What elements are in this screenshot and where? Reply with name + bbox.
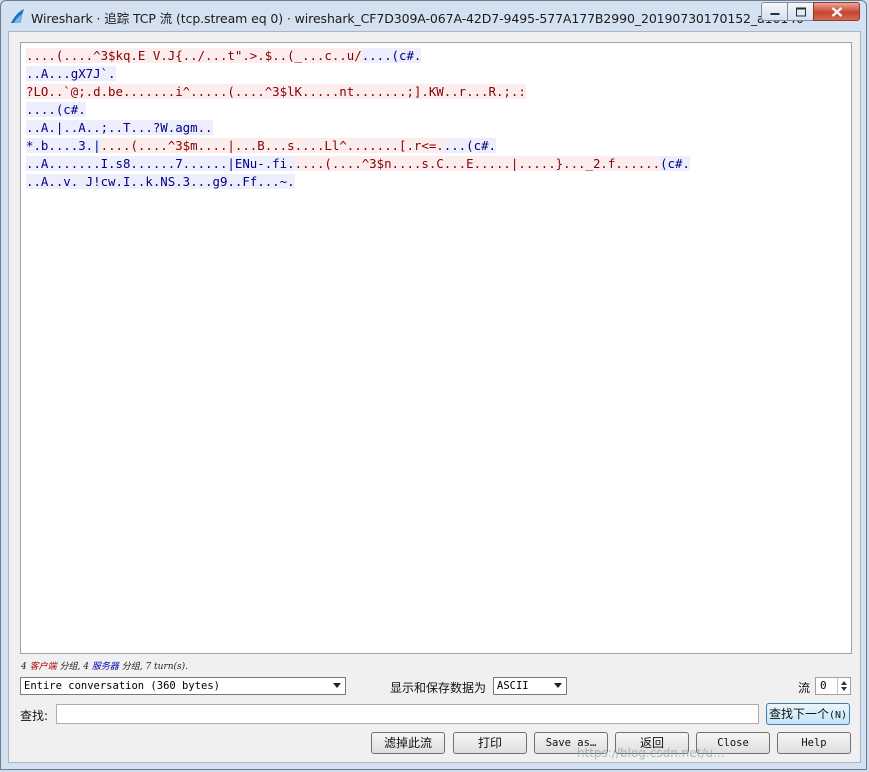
spinner-buttons[interactable] xyxy=(837,678,850,694)
help-button[interactable]: Help xyxy=(777,732,851,754)
stream-summary: 4 客户端 分组, 4 服务器 分组, 7 turn(s). xyxy=(21,659,188,672)
print-button[interactable]: 打印 xyxy=(453,732,527,754)
maximize-icon xyxy=(795,7,806,16)
server-data-segment: ....(c#. xyxy=(26,102,86,117)
chevron-down-icon xyxy=(554,683,562,688)
find-label: 查找: xyxy=(20,709,49,723)
maximize-button[interactable] xyxy=(787,2,814,21)
spin-up-icon[interactable] xyxy=(841,681,847,685)
server-packet-count: 4 xyxy=(83,662,89,672)
close-window-button[interactable] xyxy=(813,2,860,21)
client-data-segment: ....(....^3$n....s.C...E.....|.....}..._… xyxy=(294,156,661,171)
stream-line: *.b....3.|....(....^3$m....|...B...s....… xyxy=(26,137,496,154)
find-input[interactable] xyxy=(56,704,759,724)
client-data-segment: ?LO..`@;.d.be.......i^.....(....^3$lK...… xyxy=(26,84,526,99)
format-select[interactable]: ASCII xyxy=(493,677,567,695)
client-data-segment: ....(....^3$kq.E V.J{../...t".>.$..(_...… xyxy=(26,48,362,63)
stream-number-value: 0 xyxy=(820,679,827,692)
server-data-segment: ..A.|..A..;..T...?W.agm.. xyxy=(26,120,213,135)
minimize-icon xyxy=(770,12,779,15)
turn-count: 7 turn(s). xyxy=(145,662,189,672)
format-select-value: ASCII xyxy=(497,680,529,692)
server-data-segment: (c#. xyxy=(660,156,690,171)
minimize-button[interactable] xyxy=(761,2,788,21)
server-data-segment: *.b....3.| xyxy=(26,138,101,153)
find-next-label: 查找下一个 xyxy=(768,707,829,721)
server-data-segment: ..A...gX7J`. xyxy=(26,66,116,81)
close-icon xyxy=(831,6,842,17)
stream-number-spinner[interactable]: 0 xyxy=(815,677,851,695)
stream-line: ..A.......I.s8......7......|ENu-.fi.....… xyxy=(26,155,690,172)
client-label: 客户端 xyxy=(29,662,57,672)
format-label: 显示和保存数据为 xyxy=(390,681,487,695)
wireshark-fin-icon xyxy=(11,9,24,23)
find-next-accelerator: (N) xyxy=(828,710,848,721)
conversation-select[interactable]: Entire conversation (360 bytes) xyxy=(20,677,346,695)
stream-number-label: 流 xyxy=(798,681,811,695)
dialog-body: ....(....^3$kq.E V.J{../...t".>.$..(_...… xyxy=(8,31,861,763)
client-data-segment: ....(....^3$m....|...B...s....Ll^.......… xyxy=(100,138,444,153)
chevron-down-icon xyxy=(333,683,341,688)
stream-content-view[interactable]: ....(....^3$kq.E V.J{../...t".>.$..(_...… xyxy=(20,42,852,654)
stream-line: ....(....^3$kq.E V.J{../...t".>.$..(_...… xyxy=(26,47,422,64)
stream-line: ?LO..`@;.d.be.......i^.....(....^3$lK...… xyxy=(26,83,526,100)
server-data-segment: ...(c#. xyxy=(443,138,496,153)
spin-down-icon[interactable] xyxy=(841,687,847,691)
title-bar[interactable]: Wireshark · 追踪 TCP 流 (tcp.stream eq 0) ·… xyxy=(1,1,866,31)
stream-line: ..A...gX7J`. xyxy=(26,65,116,82)
summary-separator: 分组, xyxy=(56,662,84,672)
follow-tcp-stream-window: Wireshark · 追踪 TCP 流 (tcp.stream eq 0) ·… xyxy=(0,0,867,770)
filter-out-stream-button[interactable]: 滤掉此流 xyxy=(371,732,445,754)
summary-separator: 分组, xyxy=(118,662,146,672)
client-packet-count: 4 xyxy=(21,662,27,672)
stream-line: ..A.|..A..;..T...?W.agm.. xyxy=(26,119,213,136)
window-title: Wireshark · 追踪 TCP 流 (tcp.stream eq 0) ·… xyxy=(31,11,804,26)
stream-line: ....(c#. xyxy=(26,101,86,118)
conversation-select-value: Entire conversation (360 bytes) xyxy=(24,680,220,692)
stream-line: ..A..v. J!cw.I..k.NS.3...g9..Ff...~. xyxy=(26,173,295,190)
server-data-segment: ....(c#. xyxy=(361,48,422,63)
watermark: https://blog.csdn.net/u... xyxy=(577,746,725,760)
server-data-segment: ..A.......I.s8......7......|ENu-.fi. xyxy=(26,156,295,171)
find-next-button[interactable]: 查找下一个(N) xyxy=(766,703,850,725)
server-data-segment: ..A..v. J!cw.I..k.NS.3...g9..Ff...~. xyxy=(26,174,295,189)
server-label: 服务器 xyxy=(91,662,119,672)
